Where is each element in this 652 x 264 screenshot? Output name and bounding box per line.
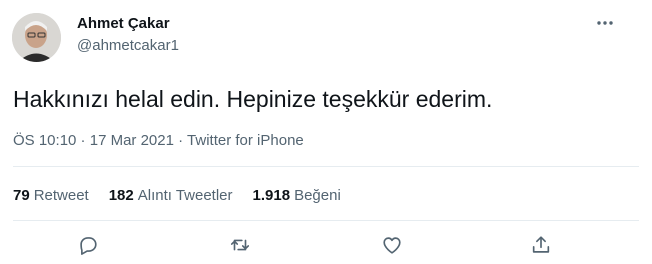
quotes-label: Alıntı Tweetler xyxy=(137,187,233,204)
more-options-button[interactable] xyxy=(594,16,616,30)
meta-separator: · xyxy=(76,132,90,149)
tweet-meta: ÖS 10:10 · 17 Mar 2021 · Twitter for iPh… xyxy=(13,132,304,149)
reply-icon xyxy=(80,237,97,255)
like-button[interactable] xyxy=(381,234,403,256)
avatar-image xyxy=(12,13,61,62)
reply-button[interactable] xyxy=(77,234,99,256)
retweets-count: 79 xyxy=(13,187,30,204)
more-icon xyxy=(597,21,613,25)
tweet-source[interactable]: Twitter for iPhone xyxy=(187,132,304,149)
tweet-date[interactable]: 17 Mar 2021 xyxy=(90,132,174,149)
quotes-count: 182 xyxy=(108,187,134,204)
meta-separator-2: · xyxy=(173,132,188,149)
share-button[interactable] xyxy=(530,234,552,256)
retweet-button[interactable] xyxy=(229,234,251,256)
likes-label: Beğeni xyxy=(294,187,341,204)
divider xyxy=(13,220,639,221)
avatar[interactable] xyxy=(12,13,61,62)
author-name[interactable]: Ahmet Çakar xyxy=(77,15,170,32)
divider xyxy=(13,166,639,167)
likes-stat[interactable]: 1.918 Beğeni xyxy=(253,187,341,204)
tweet-time[interactable]: ÖS 10:10 xyxy=(13,132,76,149)
share-icon xyxy=(532,236,550,253)
likes-count: 1.918 xyxy=(252,187,291,204)
retweet-icon xyxy=(230,239,250,251)
tweet-card: Ahmet Çakar @ahmetcakar1 Hakkınızı helal… xyxy=(0,0,652,264)
quotes-stat[interactable]: 182 Alıntı Tweetler xyxy=(109,187,233,204)
tweet-text: Hakkınızı helal edin. Hepinize teşekkür … xyxy=(13,86,493,112)
retweets-label: Retweet xyxy=(33,187,89,204)
like-icon xyxy=(383,237,401,254)
author-handle[interactable]: @ahmetcakar1 xyxy=(77,37,179,54)
tweet-stats: 79 Retweet 182 Alıntı Tweetler 1.918 Beğeni xyxy=(13,187,341,204)
retweets-stat[interactable]: 79 Retweet xyxy=(13,187,89,204)
